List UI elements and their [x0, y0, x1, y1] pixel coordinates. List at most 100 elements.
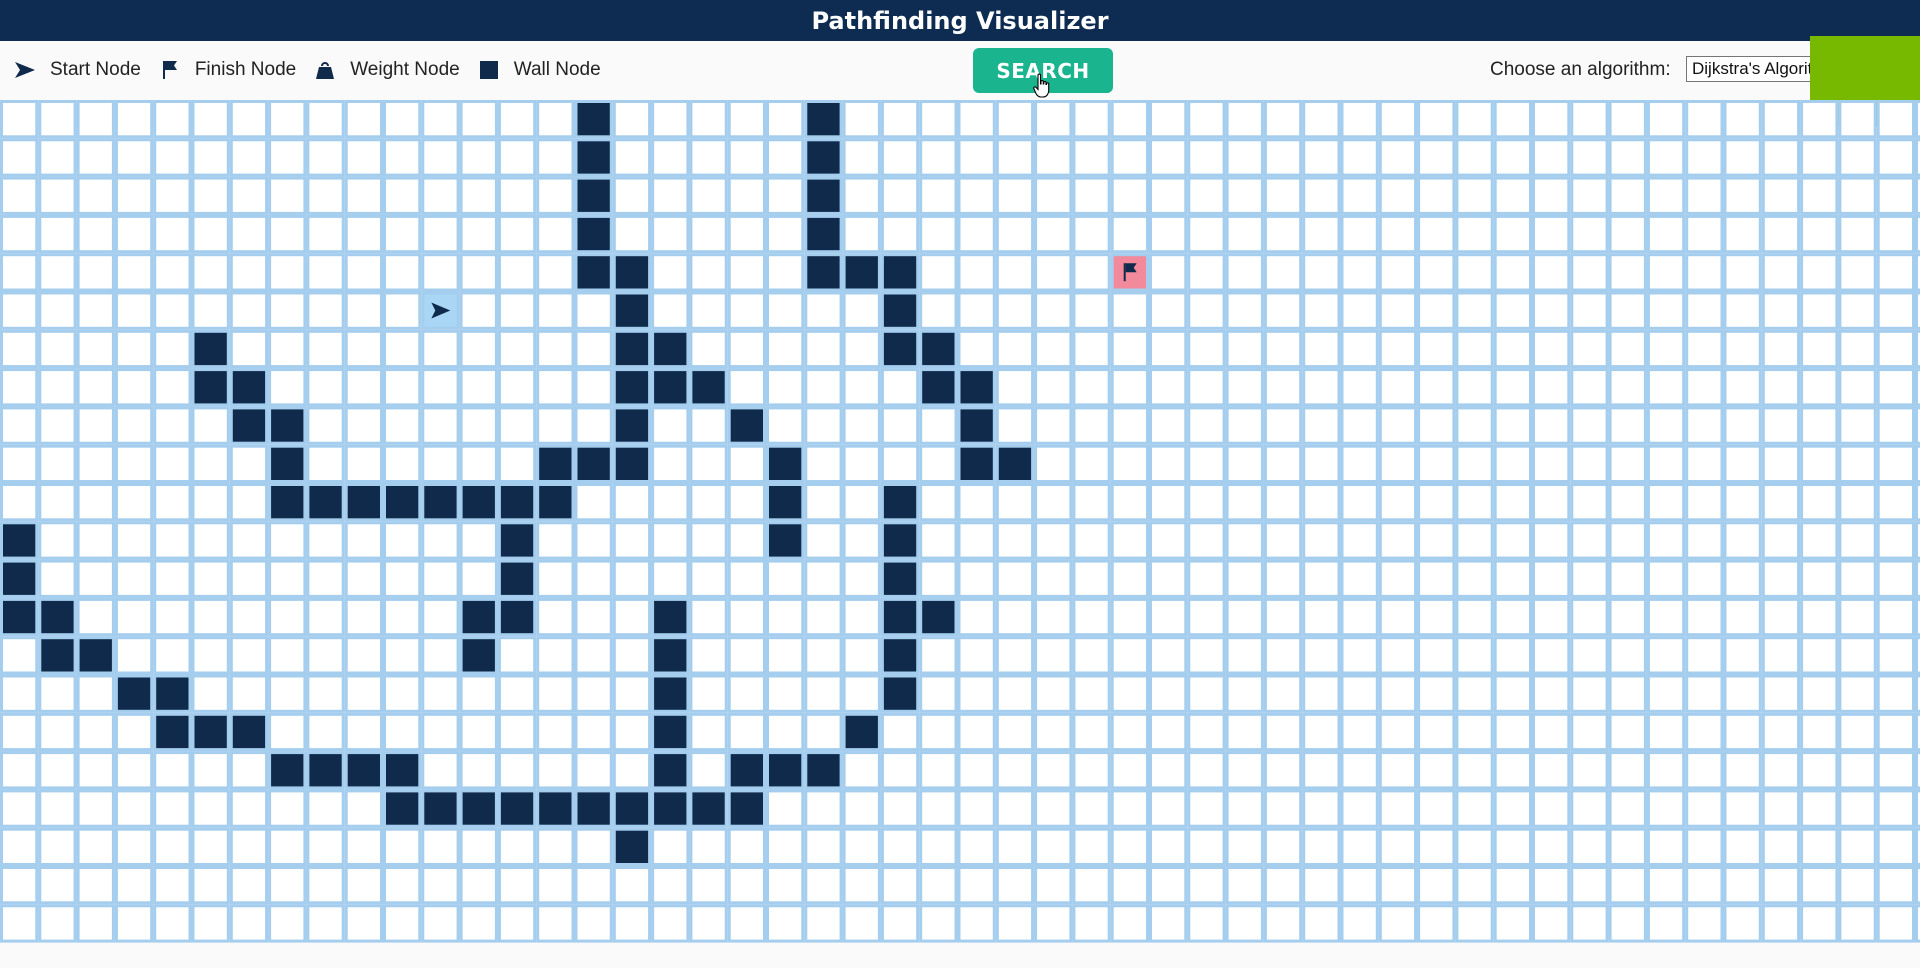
grid-cell[interactable] [1455, 444, 1494, 484]
grid-cell[interactable] [1685, 712, 1724, 752]
grid-cell[interactable] [536, 521, 575, 560]
grid-cell[interactable] [268, 521, 307, 560]
grid-cell[interactable] [1302, 751, 1341, 790]
grid-cell[interactable] [1225, 751, 1264, 790]
grid-cell[interactable] [842, 559, 881, 598]
grid-cell[interactable] [1149, 674, 1188, 713]
grid-cell[interactable] [919, 176, 958, 215]
grid-cell[interactable] [421, 329, 460, 369]
grid-cell[interactable] [153, 176, 192, 215]
grid-cell[interactable] [153, 329, 192, 369]
grid-cell[interactable] [1263, 329, 1303, 369]
grid-cell[interactable] [1685, 866, 1724, 905]
grid-cell[interactable] [995, 866, 1035, 905]
grid-cell[interactable] [536, 597, 575, 637]
grid-cell[interactable] [1723, 751, 1762, 790]
grid-cell[interactable] [1072, 176, 1111, 215]
grid-cell[interactable] [1225, 712, 1264, 752]
grid-cell[interactable] [1034, 138, 1073, 177]
grid-cell[interactable] [1034, 789, 1073, 828]
grid-cell[interactable] [957, 559, 996, 598]
grid-cell[interactable] [497, 214, 537, 254]
wall-node[interactable] [612, 406, 652, 445]
grid-cell[interactable] [1608, 368, 1647, 407]
grid-cell[interactable] [919, 904, 958, 943]
grid-cell[interactable] [229, 827, 269, 867]
grid-cell[interactable] [38, 444, 77, 484]
grid-cell[interactable] [1187, 521, 1226, 560]
grid-cell[interactable] [1723, 329, 1762, 369]
grid-cell[interactable] [1187, 827, 1226, 867]
grid-cell[interactable] [1685, 291, 1724, 330]
wall-node[interactable] [651, 674, 690, 713]
grid-cell[interactable] [383, 597, 422, 637]
wall-node[interactable] [153, 674, 192, 713]
grid-cell[interactable] [1263, 636, 1303, 675]
wall-node[interactable] [574, 176, 613, 215]
grid-cell[interactable] [1378, 444, 1418, 484]
grid-cell[interactable] [421, 712, 460, 752]
grid-cell[interactable] [727, 827, 767, 867]
grid-cell[interactable] [497, 253, 537, 292]
grid-cell[interactable] [727, 138, 767, 177]
grid-cell[interactable] [1570, 751, 1609, 790]
wall-node[interactable] [536, 789, 575, 828]
grid-cell[interactable] [268, 559, 307, 598]
grid-cell[interactable] [995, 329, 1035, 369]
grid-cell[interactable] [383, 827, 422, 867]
grid-cell[interactable] [1723, 138, 1762, 177]
grid-cell[interactable] [1340, 291, 1379, 330]
grid-cell[interactable] [1838, 789, 1877, 828]
grid-cell[interactable] [1225, 253, 1264, 292]
grid-cell[interactable] [1876, 176, 1915, 215]
wall-node[interactable] [804, 214, 843, 254]
grid-cell[interactable] [1761, 904, 1801, 943]
grid-cell[interactable] [421, 253, 460, 292]
grid-cell[interactable] [1532, 712, 1571, 752]
grid-cell[interactable] [1800, 368, 1839, 407]
grid-cell[interactable] [651, 253, 690, 292]
grid-cell[interactable] [689, 827, 728, 867]
grid-cell[interactable] [536, 214, 575, 254]
grid-cell[interactable] [1723, 789, 1762, 828]
grid-cell[interactable] [1072, 559, 1111, 598]
grid-cell[interactable] [1110, 444, 1149, 484]
grid-cell[interactable] [1646, 291, 1686, 330]
grid-cell[interactable] [804, 674, 843, 713]
grid-cell[interactable] [1340, 636, 1379, 675]
grid-cell[interactable] [1723, 866, 1762, 905]
grid-cell[interactable] [1915, 674, 1920, 713]
grid-cell[interactable] [306, 329, 345, 369]
wall-node[interactable] [880, 329, 920, 369]
grid-cell[interactable] [1187, 636, 1226, 675]
grid-cell[interactable] [1915, 483, 1920, 522]
grid-cell[interactable] [957, 712, 996, 752]
grid-cell[interactable] [957, 866, 996, 905]
grid-cell[interactable] [1915, 866, 1920, 905]
grid-cell[interactable] [1378, 712, 1418, 752]
grid-cell[interactable] [1378, 751, 1418, 790]
grid-cell[interactable] [229, 636, 269, 675]
grid-cell[interactable] [1915, 559, 1920, 598]
grid-cell[interactable] [1110, 751, 1149, 790]
grid-cell[interactable] [727, 483, 767, 522]
grid-cell[interactable] [766, 674, 805, 713]
grid-cell[interactable] [536, 904, 575, 943]
grid-cell[interactable] [1761, 866, 1801, 905]
grid-cell[interactable] [1838, 138, 1877, 177]
wall-node[interactable] [919, 329, 958, 369]
grid-cell[interactable] [383, 176, 422, 215]
grid-cell[interactable] [1187, 483, 1226, 522]
wall-node[interactable] [957, 444, 996, 484]
grid-cell[interactable] [421, 176, 460, 215]
grid-cell[interactable] [574, 827, 613, 867]
grid-cell[interactable] [1838, 827, 1877, 867]
grid-cell[interactable] [1378, 100, 1418, 139]
wall-node[interactable] [651, 712, 690, 752]
grid-cell[interactable] [76, 827, 115, 867]
grid-cell[interactable] [1302, 176, 1341, 215]
wall-node[interactable] [957, 406, 996, 445]
grid-cell[interactable] [766, 176, 805, 215]
grid-cell[interactable] [1493, 904, 1532, 943]
grid-cell[interactable] [268, 100, 307, 139]
